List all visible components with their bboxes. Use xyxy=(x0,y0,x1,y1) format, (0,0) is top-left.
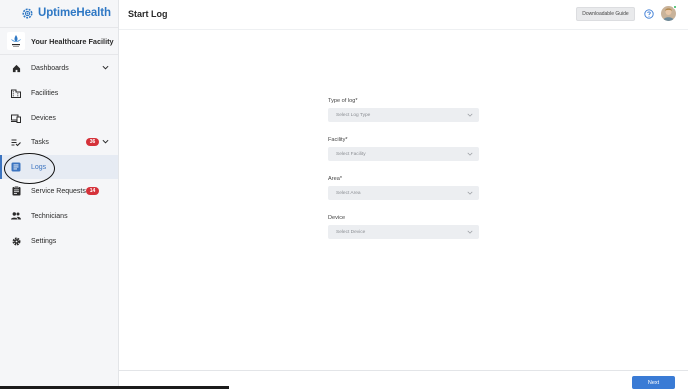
app-name: UptimeHealth xyxy=(38,7,111,19)
logo-gear-icon xyxy=(22,7,33,19)
device-field: Device Select Device xyxy=(328,215,479,239)
top-header: Start Log Downloadable Guide xyxy=(119,0,688,30)
sidebar-item-service-requests[interactable]: Service Requests 14 xyxy=(0,181,118,201)
area-field: Area* Select Area xyxy=(328,176,479,200)
device-placeholder: Select Device xyxy=(336,229,366,235)
chevron-down-icon xyxy=(467,191,473,195)
active-indicator xyxy=(0,155,2,179)
chevron-down-icon xyxy=(467,230,473,234)
sidebar-item-dashboards[interactable]: Dashboards xyxy=(0,58,118,78)
chevron-down-icon[interactable] xyxy=(102,64,109,71)
tasks-icon xyxy=(11,137,21,147)
device-select[interactable]: Select Device xyxy=(328,225,479,239)
facility-select[interactable]: Select Facility xyxy=(328,147,479,161)
sidebar-item-tasks[interactable]: Tasks 36 xyxy=(0,132,118,152)
sidebar-item-label: Technicians xyxy=(31,212,68,220)
sidebar-item-label: Service Requests xyxy=(31,187,86,195)
page-title: Start Log xyxy=(128,9,168,19)
facility-name: Your Healthcare Facility xyxy=(31,36,114,46)
area-placeholder: Select Area xyxy=(336,190,361,196)
sidebar-item-devices[interactable]: Devices xyxy=(0,108,118,128)
log-type-select[interactable]: Select Log Type xyxy=(328,108,479,122)
downloadable-guide-button[interactable]: Downloadable Guide xyxy=(576,7,635,21)
clipboard-icon xyxy=(11,186,21,196)
chevron-down-icon xyxy=(467,113,473,117)
building-icon xyxy=(11,88,21,98)
chevron-down-icon[interactable] xyxy=(102,138,109,145)
log-type-field: Type of log* Select Log Type xyxy=(328,98,479,122)
log-type-placeholder: Select Log Type xyxy=(336,112,371,118)
gear-icon xyxy=(11,236,21,246)
sidebar: UptimeHealth Your Healthcare Facility Da… xyxy=(0,0,119,389)
sidebar-item-label: Dashboards xyxy=(31,64,69,72)
app-logo[interactable]: UptimeHealth xyxy=(21,5,111,21)
highlight-circle-annotation xyxy=(4,153,55,184)
next-button[interactable]: Next xyxy=(632,376,675,389)
facility-placeholder: Select Facility xyxy=(336,151,366,157)
tasks-count-badge: 36 xyxy=(86,138,99,146)
online-status-dot xyxy=(673,5,677,9)
sidebar-item-settings[interactable]: Settings xyxy=(0,231,118,251)
log-type-label: Type of log* xyxy=(328,98,358,104)
people-icon xyxy=(11,211,21,221)
facility-field: Facility* Select Facility xyxy=(328,137,479,161)
sidebar-item-label: Facilities xyxy=(31,89,59,97)
sidebar-item-label: Settings xyxy=(31,237,57,245)
sidebar-item-label: Tasks xyxy=(31,138,49,146)
service-requests-count-badge: 14 xyxy=(86,187,99,195)
facility-switcher[interactable]: Your Healthcare Facility xyxy=(0,27,118,55)
device-label: Device xyxy=(328,215,346,221)
area-select[interactable]: Select Area xyxy=(328,186,479,200)
sidebar-item-facilities[interactable]: Facilities xyxy=(0,83,118,103)
sidebar-item-technicians[interactable]: Technicians xyxy=(0,206,118,226)
facility-label: Facility* xyxy=(328,137,348,143)
devices-icon xyxy=(11,113,21,123)
chevron-down-icon xyxy=(467,152,473,156)
sidebar-item-label: Devices xyxy=(31,114,56,122)
area-label: Area* xyxy=(328,176,342,182)
help-circle-icon[interactable] xyxy=(644,9,654,19)
footer-divider xyxy=(119,370,688,371)
facility-logo xyxy=(7,32,25,50)
home-icon xyxy=(11,63,21,73)
